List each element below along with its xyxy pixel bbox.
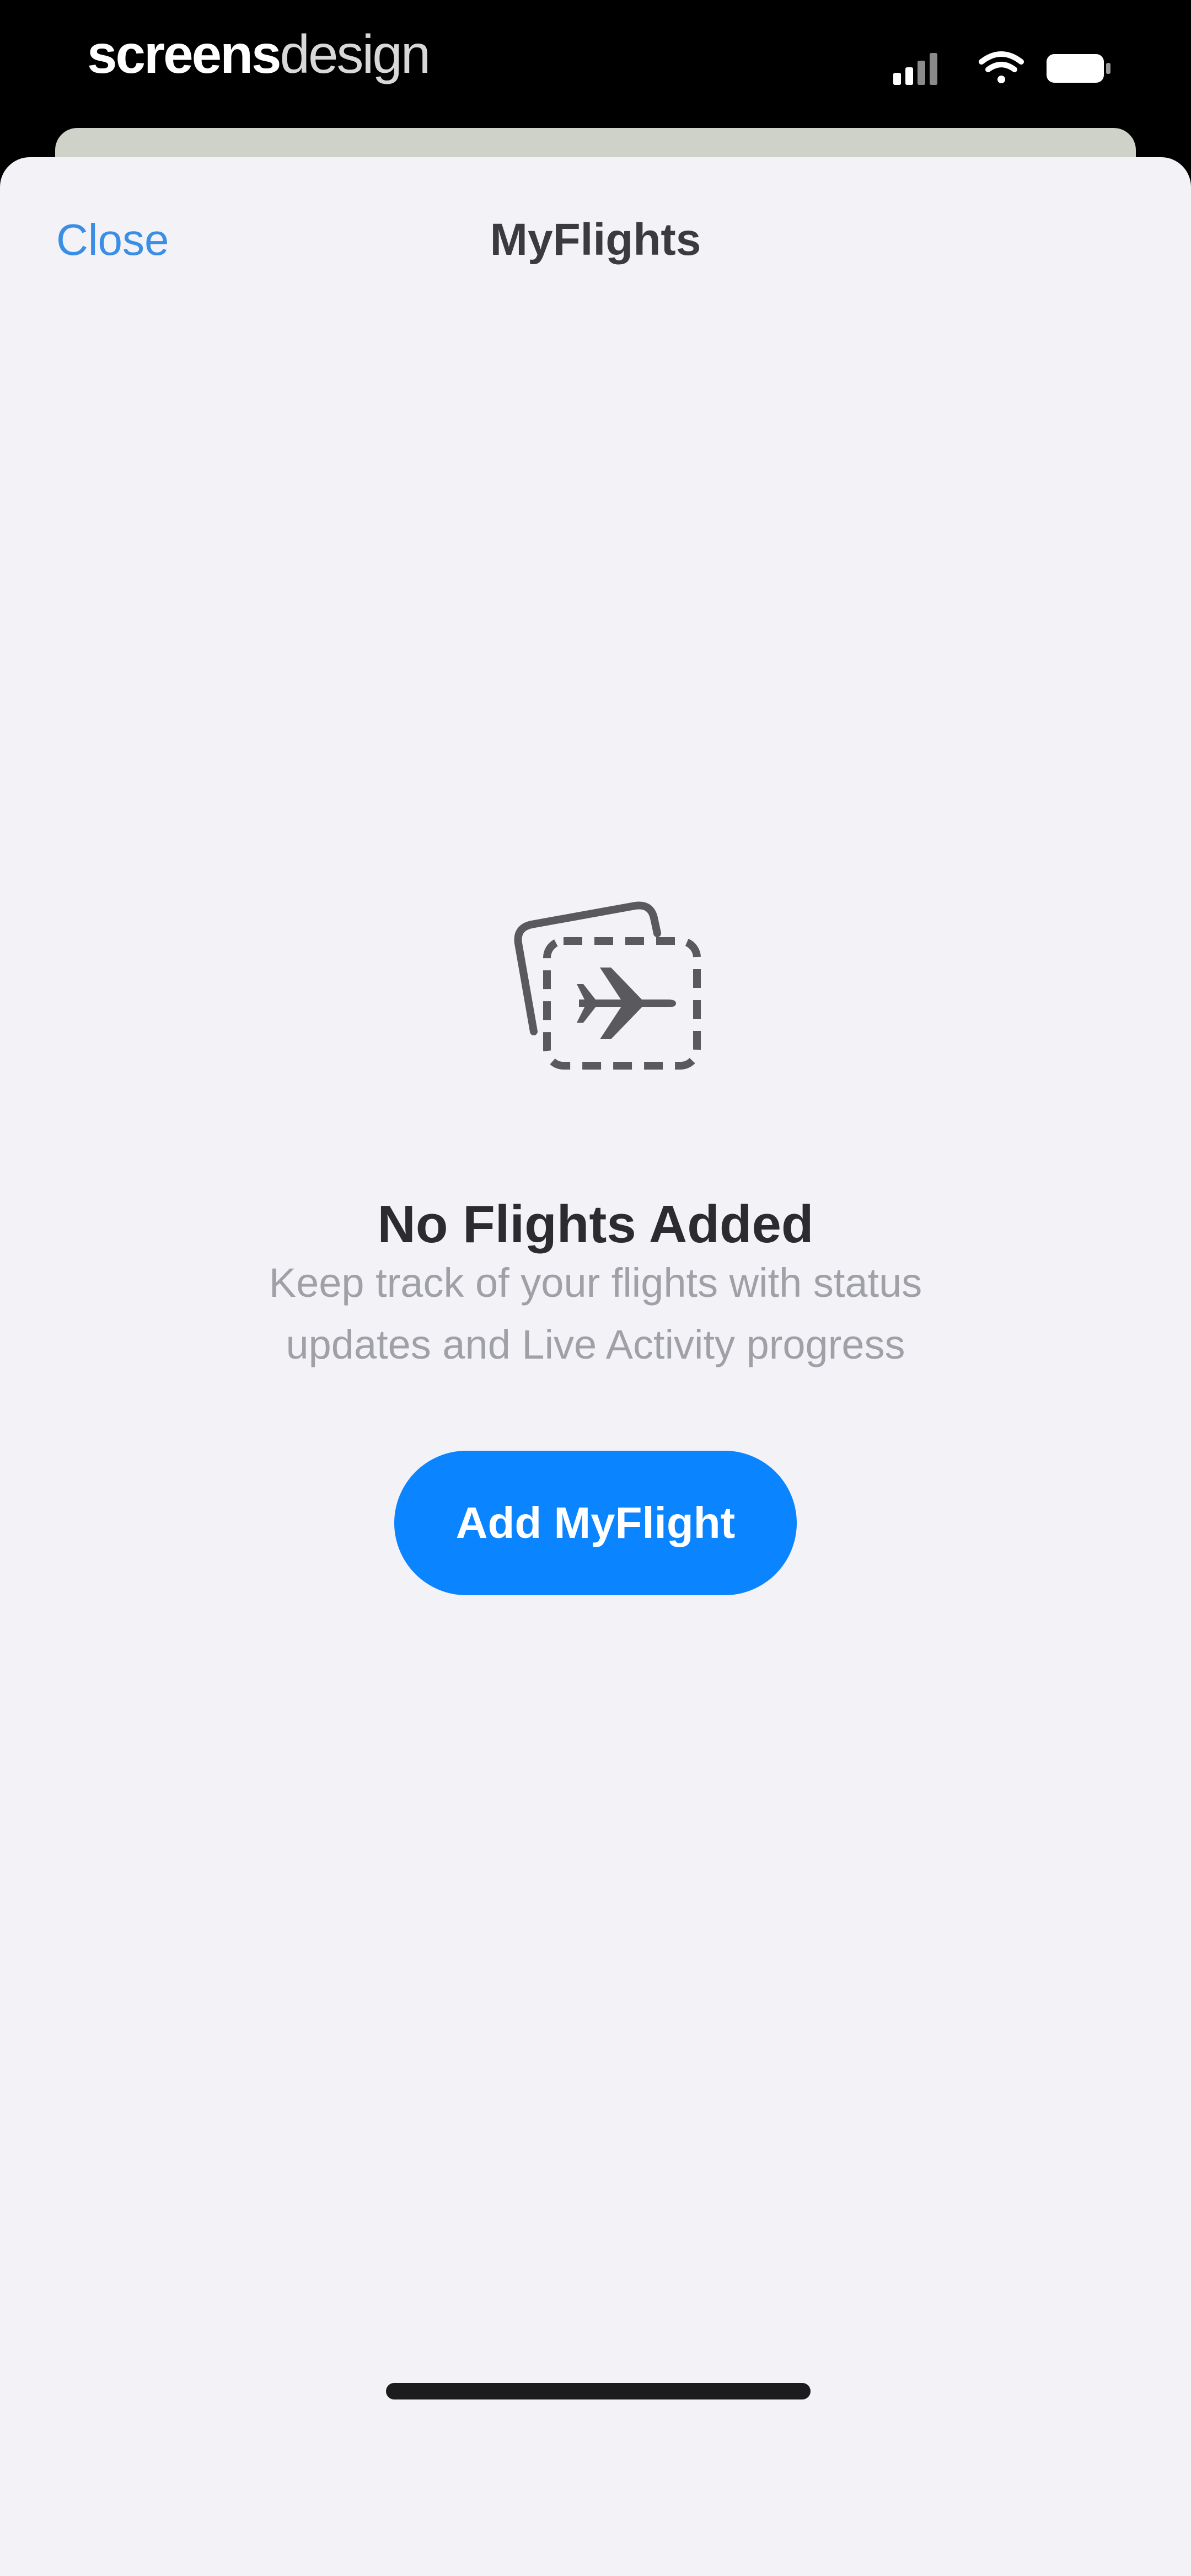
wifi-icon <box>979 51 1024 83</box>
brand-bold: screens <box>87 24 282 84</box>
close-button[interactable]: Close <box>56 212 169 268</box>
empty-state-title: No Flights Added <box>377 1195 814 1254</box>
brand-light: design <box>280 24 431 84</box>
add-myflight-button[interactable]: Add MyFlight <box>394 1451 797 1595</box>
empty-state-description-line-1: Keep track of your flights with status <box>269 1260 922 1306</box>
brand-watermark: screensdesign <box>87 21 431 87</box>
flight-card-icon <box>514 901 701 1070</box>
empty-state-description-line-2: updates and Live Activity progress <box>286 1322 905 1367</box>
sheet-title: MyFlights <box>490 215 701 265</box>
add-myflight-button-label: Add MyFlight <box>455 1498 736 1547</box>
cellular-signal-icon <box>893 53 937 85</box>
home-indicator[interactable] <box>386 2383 811 2399</box>
status-bar: screensdesign <box>0 0 1191 127</box>
screen: screensdesign MyFlights Close No Flights… <box>0 0 1191 2576</box>
empty-state-description: Keep track of your flights with status u… <box>182 1252 1009 1376</box>
battery-icon <box>1047 54 1110 83</box>
status-icons <box>893 49 1114 87</box>
